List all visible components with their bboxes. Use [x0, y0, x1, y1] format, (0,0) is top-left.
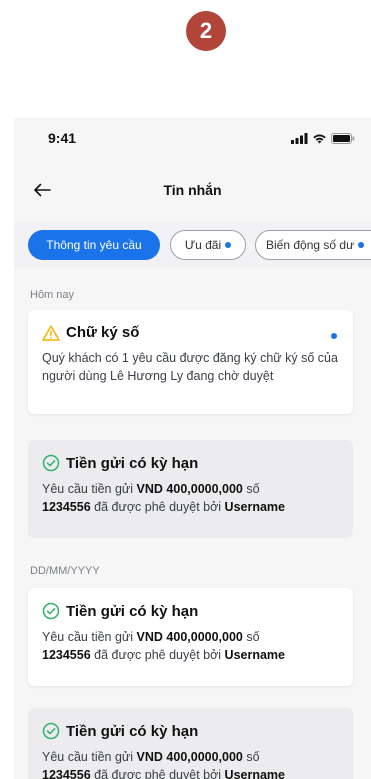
- unread-dot: [358, 242, 365, 248]
- chip-offers[interactable]: Ưu đãi: [170, 230, 246, 260]
- chip-balance-changes[interactable]: Biến động số dư: [255, 230, 371, 260]
- body-text: đã được phê duyệt bởi: [90, 768, 225, 779]
- back-button[interactable]: [30, 178, 54, 202]
- check-circle-icon: [42, 454, 60, 472]
- section-label-date: DD/MM/YYYY: [30, 565, 100, 577]
- step-number-badge: 2: [186, 11, 226, 51]
- username: Username: [224, 500, 285, 514]
- amount: VND 400,0000,000: [136, 750, 243, 764]
- body-text: Yêu cầu tiền gửi: [42, 750, 137, 764]
- nav-bar: Tin nhắn: [14, 168, 371, 212]
- body-text: Yêu cầu tiền gửi: [42, 630, 137, 644]
- message-card-deposit[interactable]: Tiền gửi có kỳ hạn Yêu cầu tiền gửi VND …: [28, 708, 353, 779]
- status-time: 9:41: [48, 130, 77, 146]
- signal-icon: [291, 132, 308, 144]
- account-number: 1234556: [42, 500, 91, 514]
- unread-dot: [331, 333, 337, 339]
- status-bar: 9:41: [14, 118, 371, 158]
- check-circle-icon: [42, 722, 60, 740]
- account-number: 1234556: [42, 648, 91, 662]
- chip-label: Ưu đãi: [184, 238, 222, 252]
- username: Username: [224, 768, 285, 779]
- chip-label: Biến động số dư: [266, 238, 355, 252]
- chip-label: Thông tin yêu cầu: [46, 238, 142, 252]
- card-title: Tiền gửi có kỳ hạn: [66, 454, 199, 472]
- body-text: số: [242, 630, 260, 644]
- message-card-deposit[interactable]: Tiền gửi có kỳ hạn Yêu cầu tiền gửi VND …: [28, 588, 353, 686]
- section-label-today: Hôm nay: [30, 289, 75, 301]
- wifi-icon: [313, 134, 326, 143]
- body-text: đã được phê duyệt bởi: [90, 500, 225, 514]
- account-number: 1234556: [42, 768, 91, 779]
- body-text: đã được phê duyệt bởi: [90, 648, 225, 662]
- page-title: Tin nhắn: [163, 182, 222, 198]
- card-header: Tiền gửi có kỳ hạn: [42, 602, 339, 620]
- card-header: Tiền gửi có kỳ hạn: [42, 454, 339, 472]
- message-card-deposit[interactable]: Tiền gửi có kỳ hạn Yêu cầu tiền gửi VND …: [28, 440, 353, 538]
- card-body: Yêu cầu tiền gửi VND 400,0000,000 số 123…: [42, 480, 339, 516]
- card-header: Tiền gửi có kỳ hạn: [42, 722, 339, 740]
- message-card-signature[interactable]: Chữ ký số Quý khách có 1 yêu cầu được đă…: [28, 310, 353, 414]
- battery-icon: [331, 132, 355, 144]
- card-title: Tiền gửi có kỳ hạn: [66, 722, 199, 740]
- card-body: Yêu cầu tiền gửi VND 400,0000,000 số 123…: [42, 748, 339, 779]
- arrow-left-icon: [34, 183, 51, 197]
- body-text: số: [242, 750, 260, 764]
- check-circle-icon: [42, 602, 60, 620]
- status-icons: [291, 132, 355, 144]
- card-body: Quý khách có 1 yêu cầu được đăng ký chữ …: [42, 351, 338, 383]
- card-title: Chữ ký số: [66, 324, 140, 341]
- unread-dot: [225, 242, 232, 248]
- username: Username: [224, 648, 285, 662]
- card-title: Tiền gửi có kỳ hạn: [66, 602, 199, 620]
- phone-screen: 9:41 Tin nhắn Thông tin yêu cầu Ưu đãi B…: [14, 118, 371, 779]
- body-text: Yêu cầu tiền gửi: [42, 482, 137, 496]
- amount: VND 400,0000,000: [136, 482, 243, 496]
- amount: VND 400,0000,000: [136, 630, 243, 644]
- card-body: Yêu cầu tiền gửi VND 400,0000,000 số 123…: [42, 628, 339, 664]
- card-header: Chữ ký số: [42, 324, 339, 341]
- body-text: số: [242, 482, 260, 496]
- chip-request-info[interactable]: Thông tin yêu cầu: [28, 230, 160, 260]
- filter-chips: Thông tin yêu cầu Ưu đãi Biến động số dư: [14, 222, 371, 268]
- warning-icon: [42, 324, 60, 341]
